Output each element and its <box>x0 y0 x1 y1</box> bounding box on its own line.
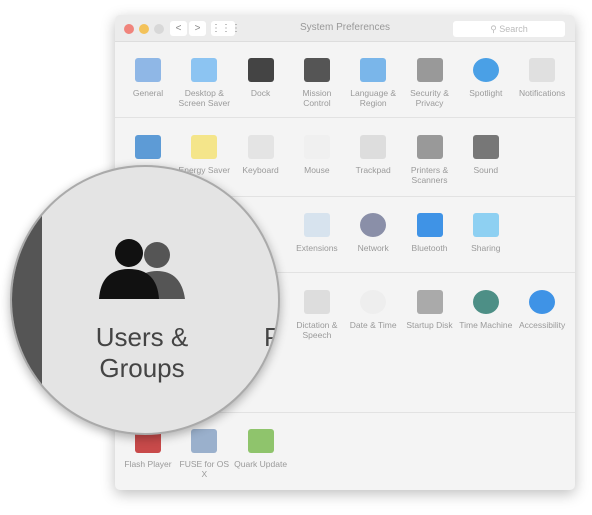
pref-item[interactable]: Quark Update <box>233 429 289 469</box>
pref-item-label: General <box>132 88 164 98</box>
pref-item-label: Dock <box>250 88 271 98</box>
pref-item[interactable]: Startup Disk <box>402 290 458 330</box>
pref-item-label: Quark Update <box>234 459 288 469</box>
pref-item[interactable]: Extensions <box>289 213 345 253</box>
pref-item-label: Startup Disk <box>406 320 453 330</box>
pref-item[interactable]: Mission Control <box>289 58 345 108</box>
quark-icon <box>247 429 274 453</box>
pref-item[interactable]: FUSE for OS X <box>176 429 232 479</box>
pref-item-label: Desktop & Screen Saver <box>178 88 231 108</box>
pref-item[interactable]: Dock <box>233 58 289 98</box>
disk-icon <box>416 290 443 314</box>
pref-item-label: Date & Time <box>349 320 397 330</box>
pref-item-label: Notifications <box>518 88 566 98</box>
pref-item[interactable]: Network <box>345 213 401 253</box>
pref-item-label: Mouse <box>304 165 330 175</box>
pref-item-label: Network <box>357 243 389 253</box>
pref-item[interactable]: Energy Saver <box>176 135 232 175</box>
pref-item[interactable]: Time Machine <box>458 290 514 330</box>
pref-item[interactable]: Spotlight <box>458 58 514 98</box>
mission-control-icon <box>303 58 330 82</box>
pref-item-label: Accessibility <box>518 320 566 330</box>
bulb-icon <box>191 135 218 159</box>
pref-item-label: Flash Player <box>124 459 172 469</box>
pref-item-label: Printers & Scanners <box>410 165 449 185</box>
partial-label: P <box>264 322 280 352</box>
accessibility-icon <box>529 290 556 314</box>
search-icon: ⚲ <box>490 24 500 34</box>
pref-item[interactable]: General <box>120 58 176 98</box>
pref-item[interactable]: Notifications <box>514 58 570 98</box>
users-groups-label[interactable]: Users & Groups <box>72 322 212 384</box>
folder-icon <box>472 213 499 237</box>
pref-item[interactable]: Security & Privacy <box>402 58 458 108</box>
magnifier-icon <box>472 58 499 82</box>
pref-item[interactable]: Sound <box>458 135 514 175</box>
pref-item-label: Spotlight <box>469 88 503 98</box>
search-input[interactable]: ⚲ Search <box>453 21 565 37</box>
dock-icon <box>247 58 274 82</box>
pref-item[interactable]: Language & Region <box>345 58 401 108</box>
pref-item-label: Trackpad <box>355 165 391 175</box>
pref-item-label: Sound <box>473 165 499 175</box>
pref-item[interactable]: Sharing <box>458 213 514 253</box>
fuse-icon <box>191 429 218 453</box>
pref-item-label: Sharing <box>471 243 501 253</box>
flag-icon <box>360 58 387 82</box>
mouse-icon <box>303 135 330 159</box>
pref-item-label: Security & Privacy <box>410 88 449 108</box>
notifications-icon <box>529 58 556 82</box>
pref-item-label: Keyboard <box>242 165 279 175</box>
search-placeholder: Search <box>499 24 528 34</box>
microphone-icon <box>303 290 330 314</box>
general-icon <box>135 58 161 82</box>
pref-item[interactable]: Accessibility <box>514 290 570 330</box>
pref-item[interactable]: Date & Time <box>345 290 401 330</box>
pref-item[interactable]: Flash Player <box>120 429 176 469</box>
pref-item[interactable]: Mouse <box>289 135 345 175</box>
magnifier-overlay: Users & Groups P <box>10 165 280 435</box>
pref-item-label: Dictation & Speech <box>296 320 338 340</box>
pref-item-label: Extensions <box>296 243 338 253</box>
desktop-icon <box>191 58 218 82</box>
printer-icon <box>416 135 443 159</box>
pref-item[interactable]: Desktop & Screen Saver <box>176 58 232 108</box>
globe-icon <box>360 213 387 237</box>
pref-item-label: Time Machine <box>459 320 513 330</box>
puzzle-icon <box>303 213 330 237</box>
pref-item-label: Mission Control <box>302 88 332 108</box>
time-machine-icon <box>472 290 499 314</box>
pref-item[interactable]: Bluetooth <box>402 213 458 253</box>
pref-item-label: Bluetooth <box>411 243 448 253</box>
keyboard-icon <box>247 135 274 159</box>
trackpad-icon <box>360 135 387 159</box>
users-icon <box>99 239 185 299</box>
magnifier-edge <box>12 167 42 433</box>
title-bar: < > ⋮⋮⋮ System Preferences ⚲ Search <box>115 15 575 42</box>
bluetooth-icon <box>416 213 443 237</box>
speaker-icon <box>472 135 499 159</box>
house-lock-icon <box>416 58 443 82</box>
pref-item[interactable]: Trackpad <box>345 135 401 175</box>
pref-item-label: FUSE for OS X <box>179 459 230 479</box>
pref-item-label: Language & Region <box>350 88 397 108</box>
display-icon <box>135 135 161 159</box>
pref-item[interactable]: Printers & Scanners <box>402 135 458 185</box>
clock-icon <box>360 290 387 314</box>
pref-item[interactable]: Keyboard <box>233 135 289 175</box>
pref-item[interactable]: Dictation & Speech <box>289 290 345 340</box>
